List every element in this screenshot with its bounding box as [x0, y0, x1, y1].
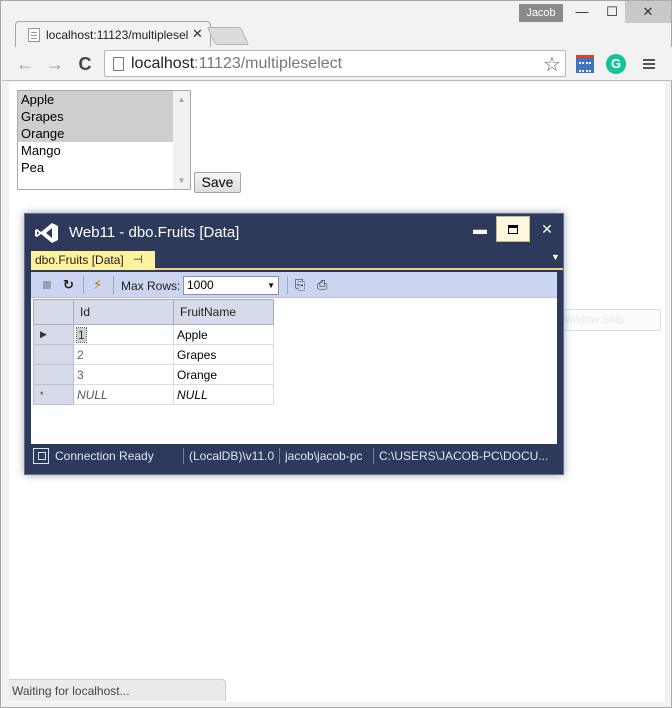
visual-studio-logo-icon [35, 223, 58, 243]
new-tab-button[interactable] [206, 27, 250, 45]
status-divider [373, 448, 374, 464]
profile-name-badge[interactable]: Jacob [519, 4, 563, 22]
minimize-button[interactable]: — [567, 1, 597, 23]
status-divider [183, 448, 184, 464]
vs-window-title: Web11 - dbo.Fruits [Data] [69, 224, 240, 241]
cell-id[interactable]: 3 [73, 364, 174, 385]
status-divider [279, 448, 280, 464]
cell-id[interactable]: 2 [73, 344, 174, 365]
table-row[interactable]: 3 Orange [33, 364, 274, 385]
toolbar-separator [287, 276, 288, 294]
vs-maximize-button[interactable] [496, 216, 530, 242]
stop-icon[interactable] [43, 281, 51, 289]
max-rows-select[interactable]: 1000 ▼ [183, 276, 279, 295]
vs-status-bar: Connection Ready (LocalDB)\v11.0 jacob\j… [31, 444, 557, 468]
bookmark-star-icon[interactable]: ☆ [543, 52, 561, 77]
database-path: C:\USERS\JACOB-PC\DOCU... [379, 449, 549, 463]
chevron-down-icon: ▼ [267, 281, 275, 290]
close-window-button[interactable]: ✕ [625, 1, 671, 23]
vs-document-tabstrip: dbo.Fruits [Data] ⊣ ▼ [31, 250, 563, 270]
script-icon[interactable]: ⎘ [295, 278, 305, 292]
chrome-menu-icon[interactable] [642, 57, 656, 71]
max-rows-label: Max Rows: [121, 279, 181, 293]
status-bubble: Waiting for localhost... [9, 679, 226, 701]
scroll-up-icon[interactable]: ▲ [173, 91, 190, 108]
option-mango[interactable]: Mango [18, 142, 174, 159]
save-button[interactable]: Save [194, 172, 241, 193]
doc-tab-label: dbo.Fruits [Data] [35, 253, 124, 267]
data-grid: Id FruitName ▶ 1 Apple 2 Grapes 3 Orange [33, 299, 274, 405]
page-favicon-icon [28, 28, 40, 42]
table-row[interactable]: 2 Grapes [33, 344, 274, 365]
option-pea[interactable]: Pea [18, 159, 174, 176]
browser-toolbar: ← → C localhost:11123/multipleselect ☆ G [2, 47, 672, 81]
address-url[interactable]: localhost:11123/multipleselect [131, 55, 342, 73]
connection-status: Connection Ready [55, 449, 154, 463]
toolbar-separator [113, 276, 114, 294]
filter-icon[interactable]: ⚡ [93, 278, 102, 292]
row-header[interactable] [33, 344, 74, 365]
visual-studio-window: Web11 - dbo.Fruits [Data] ▬ ✕ dbo.Fruits… [24, 213, 564, 475]
forward-arrow-icon[interactable]: → [44, 53, 66, 75]
data-editor-toolbar: ↻ ⚡ Max Rows: 1000 ▼ ⎘ ⎙ [31, 272, 557, 298]
max-rows-value: 1000 [187, 278, 214, 292]
option-apple[interactable]: Apple [18, 91, 174, 108]
option-orange[interactable]: Orange [18, 125, 174, 142]
refresh-icon[interactable]: ↻ [63, 278, 74, 292]
user-name: jacob\jacob-pc [285, 449, 363, 463]
maximize-icon [508, 224, 518, 234]
current-row-arrow-icon[interactable]: ▶ [33, 324, 74, 345]
column-header-fruitname[interactable]: FruitName [173, 299, 274, 325]
cell-id[interactable]: 1 [73, 324, 174, 345]
maximize-button[interactable]: ☐ [597, 1, 627, 23]
keyboard-extension-icon[interactable] [576, 55, 594, 73]
column-header-id[interactable]: Id [73, 299, 174, 325]
cell-id-value: 1 [76, 326, 87, 343]
scroll-down-icon[interactable]: ▼ [173, 172, 190, 189]
new-row-asterisk-icon[interactable]: * [33, 384, 74, 405]
data-grid-area: Id FruitName ▶ 1 Apple 2 Grapes 3 Orange [31, 298, 557, 444]
cell-fruitname[interactable]: Orange [173, 364, 274, 385]
option-grapes[interactable]: Grapes [18, 108, 174, 125]
tab-list-dropdown-icon[interactable]: ▼ [551, 252, 560, 262]
grid-corner-header[interactable] [33, 299, 74, 325]
browser-window: Jacob — ☐ ✕ localhost:11123/multiplesele… [0, 0, 672, 708]
vs-minimize-button[interactable]: ▬ [465, 214, 495, 244]
server-name: (LocalDB)\v11.0 [189, 449, 275, 463]
back-arrow-icon[interactable]: ← [14, 53, 36, 75]
fruit-multiselect[interactable]: Apple Grapes Orange Mango Pea ▲ ▼ [17, 90, 191, 190]
table-row[interactable]: ▶ 1 Apple [33, 324, 274, 345]
browser-tab[interactable]: localhost:11123/multipleselect ✕ [15, 21, 211, 47]
tab-close-icon[interactable]: ✕ [192, 26, 203, 42]
vs-close-button[interactable]: ✕ [530, 214, 564, 244]
table-row-new[interactable]: * NULL NULL [33, 384, 274, 405]
script-to-file-icon[interactable]: ⎙ [317, 278, 327, 292]
toolbar-separator [83, 276, 84, 294]
tab-dbo-fruits-data[interactable]: dbo.Fruits [Data] ⊣ [31, 251, 155, 270]
cell-fruitname[interactable]: Grapes [173, 344, 274, 365]
address-bar[interactable]: localhost:11123/multipleselect ☆ [104, 50, 566, 77]
tab-title: localhost:11123/multipleselect [46, 28, 188, 42]
cell-id[interactable]: NULL [73, 384, 174, 405]
url-path: :11123/multipleselect [194, 55, 343, 72]
url-host: localhost [131, 55, 195, 72]
grid-header-row: Id FruitName [33, 299, 274, 325]
cell-fruitname[interactable]: NULL [173, 384, 274, 405]
pin-icon[interactable]: ⊣ [133, 251, 143, 270]
row-header[interactable] [33, 364, 74, 385]
grammarly-extension-icon[interactable]: G [606, 54, 626, 74]
reload-icon[interactable]: C [74, 53, 96, 75]
listbox-scrollbar[interactable]: ▲ ▼ [173, 91, 190, 189]
cell-fruitname[interactable]: Apple [173, 324, 274, 345]
page-info-icon[interactable] [113, 57, 124, 71]
connection-icon [33, 448, 49, 464]
